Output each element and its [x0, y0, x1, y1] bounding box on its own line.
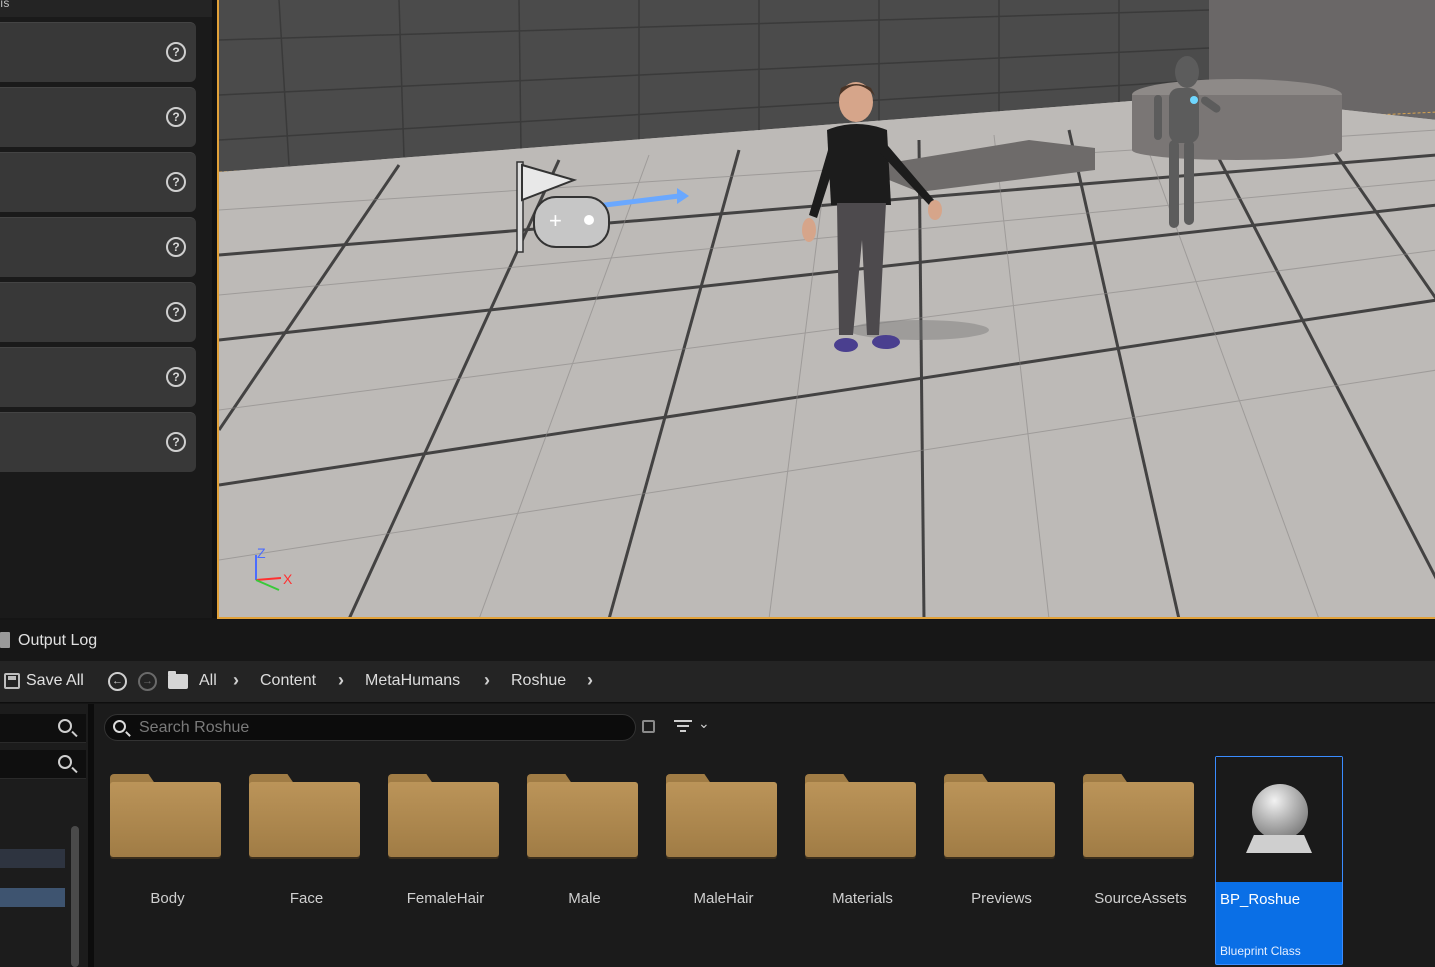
breadcrumb-all[interactable]: All [199, 672, 217, 690]
chevron-down-icon[interactable]: ⌄ [698, 715, 710, 732]
help-icon[interactable]: ? [166, 237, 186, 257]
sources-filter-search[interactable] [0, 750, 86, 779]
blueprint-base-icon [1246, 835, 1312, 853]
chevron-right-icon[interactable]: › [587, 670, 593, 691]
folder-name: SourceAssets [1094, 890, 1187, 907]
blueprint-sphere-icon [1252, 784, 1308, 840]
help-icon[interactable]: ? [166, 432, 186, 452]
breadcrumb-content[interactable]: Content [260, 672, 316, 690]
output-log-tab-bar: Output Log [0, 620, 1435, 661]
output-log-tab[interactable]: Output Log [18, 632, 97, 650]
search-icon [58, 755, 72, 769]
folder-name: FemaleHair [406, 890, 485, 907]
chevron-right-icon[interactable]: › [338, 670, 344, 691]
folder-name: Materials [832, 890, 893, 907]
asset-search-box[interactable] [104, 714, 636, 741]
property-row[interactable]: ? [0, 87, 196, 147]
help-icon[interactable]: ? [166, 302, 186, 322]
help-icon[interactable]: ? [166, 367, 186, 387]
search-icon [113, 720, 126, 733]
folder-name: Previews [971, 890, 1032, 907]
folder-name: Face [289, 890, 324, 907]
chevron-right-icon[interactable]: › [233, 670, 239, 691]
help-icon[interactable]: ? [166, 42, 186, 62]
folder-icon[interactable] [168, 671, 188, 689]
folder-name: Male [568, 890, 601, 907]
save-all-button[interactable]: Save All [26, 672, 84, 690]
property-row[interactable]: ? [0, 412, 196, 472]
axis-label-z: Z [257, 545, 266, 561]
forward-arrow-icon[interactable]: → [138, 672, 157, 691]
breadcrumb-metahumans[interactable]: MetaHumans [365, 672, 460, 690]
folder-tree-item-selected[interactable] [0, 888, 65, 907]
folder-icon [805, 772, 916, 857]
filter-icon[interactable] [674, 719, 692, 734]
unreal-editor-window: ıs ? ? ? ? ? ? ? + Z X Output Log Save A… [0, 0, 1435, 967]
details-panel-header: ıs [0, 0, 212, 17]
help-icon[interactable]: ? [166, 172, 186, 192]
asset-type: Blueprint Class [1220, 944, 1301, 958]
search-input[interactable] [139, 718, 619, 738]
chevron-right-icon[interactable]: › [484, 670, 490, 691]
property-row[interactable]: ? [0, 152, 196, 212]
svg-text:+: + [549, 208, 562, 233]
asset-thumbnail [1216, 757, 1342, 882]
content-browser-toolbar: Save All ← → All › Content › MetaHumans … [0, 661, 1435, 703]
sources-search[interactable] [0, 714, 86, 743]
viewport-scene: + Z X [219, 0, 1435, 617]
folder-icon [1083, 772, 1194, 857]
folder-name: Body [150, 890, 185, 907]
help-icon[interactable]: ? [166, 107, 186, 127]
back-arrow-icon[interactable]: ← [108, 672, 127, 691]
property-row[interactable]: ? [0, 217, 196, 277]
folder-icon [110, 772, 221, 857]
folder-icon [666, 772, 777, 857]
asset-tile-selected[interactable]: BP_Roshue Blueprint Class [1215, 756, 1343, 965]
details-panel: ıs ? ? ? ? ? ? ? [0, 0, 212, 618]
asset-name: BP_Roshue [1220, 891, 1301, 908]
sources-scrollbar[interactable] [71, 826, 79, 967]
folder-icon [249, 772, 360, 857]
property-row[interactable]: ? [0, 347, 196, 407]
level-viewport[interactable]: + Z X [217, 0, 1435, 619]
property-row[interactable]: ? [0, 22, 196, 82]
axis-label-x: X [283, 571, 293, 587]
folder-tree-item[interactable] [0, 849, 65, 868]
breadcrumb-roshue[interactable]: Roshue [511, 672, 566, 690]
folder-icon [388, 772, 499, 857]
folder-icon [527, 772, 638, 857]
save-icon[interactable] [4, 673, 20, 689]
save-search-icon[interactable] [642, 720, 655, 733]
folder-name: MaleHair [693, 890, 754, 907]
search-icon [58, 719, 72, 733]
folder-icon [944, 772, 1055, 857]
property-row[interactable]: ? [0, 282, 196, 342]
output-log-icon [0, 632, 10, 648]
